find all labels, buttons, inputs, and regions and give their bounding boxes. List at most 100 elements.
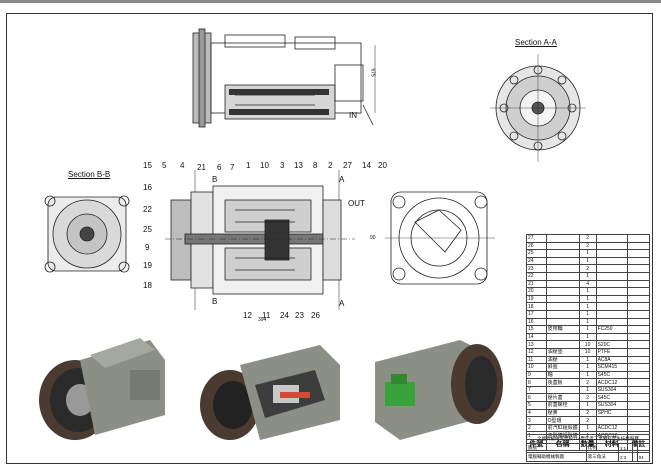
callout-11: 11 xyxy=(262,311,271,320)
render-compressor-cutaway xyxy=(200,345,340,440)
callout-3: 3 xyxy=(280,161,285,170)
bom-cell-mat: AC8A xyxy=(595,355,628,365)
bom-cell-note xyxy=(626,423,651,433)
window-top-bar xyxy=(0,0,661,3)
title-row3-c3: 2:3 xyxy=(617,452,634,462)
bom-cell-note xyxy=(626,256,651,266)
bom-cell-no: 3 xyxy=(526,416,547,425)
bom-cell-name xyxy=(545,234,580,243)
bom-cell-name: 壓簧 xyxy=(545,408,580,418)
bom-cell-qty: 2 xyxy=(578,241,597,251)
bom-cell-no: 11 xyxy=(526,355,547,365)
bom-row: 25 1 xyxy=(526,249,651,258)
bom-cell-no: 21 xyxy=(526,279,547,289)
bom-cell-qty: 2 xyxy=(578,416,597,425)
bom-row: 12 油壓墊 10 PTFE xyxy=(526,347,651,357)
bom-row: 9 軸 1 S45C xyxy=(526,370,651,380)
callout-1: 1 xyxy=(246,161,251,170)
section-mark-b-bottom: B xyxy=(212,297,218,306)
bom-cell-mat xyxy=(595,249,628,258)
callout-27: 27 xyxy=(343,161,352,170)
callout-12: 12 xyxy=(243,311,252,320)
title-row2-c3: 1:1 xyxy=(617,443,634,453)
callout-19: 19 xyxy=(143,261,152,270)
bom-cell-qty: 2 xyxy=(578,408,597,418)
bom-cell-name xyxy=(545,256,580,266)
bom-cell-mat: ACDC12 xyxy=(595,378,628,387)
bom-cell-mat xyxy=(595,309,628,319)
bom-row: 11 油壓 1 AC8A xyxy=(526,355,651,365)
bom-cell-mat xyxy=(595,279,628,289)
bom-cell-note xyxy=(626,355,651,365)
render-compressor-exterior xyxy=(39,338,165,440)
callout-23: 23 xyxy=(295,311,304,320)
callout-8: 8 xyxy=(313,161,318,170)
bom-row: 4 壓簧 2 SPHC xyxy=(526,408,651,418)
bom-cell-note xyxy=(626,264,651,273)
bom-cell-note xyxy=(626,385,651,395)
bom-cell-qty: 1 xyxy=(578,309,597,319)
section-aa-title: Section A-A xyxy=(515,38,557,47)
bom-cell-no: 26 xyxy=(526,241,547,251)
bom-row: 19 1 xyxy=(526,294,651,304)
bom-cell-note xyxy=(626,271,651,281)
callout-15: 15 xyxy=(143,161,152,170)
bom-cell-no: 16 xyxy=(526,317,547,327)
bom-cell-note xyxy=(626,347,651,357)
bom-row: 5 前蓋螺栓 1 SUS304 xyxy=(526,401,651,410)
bom-cell-note xyxy=(626,325,651,334)
bom-cell-no: 9 xyxy=(526,370,547,380)
bom-cell-no: 4 xyxy=(526,408,547,418)
callout-14: 14 xyxy=(362,161,371,170)
bom-cell-no: 8 xyxy=(526,378,547,387)
bom-cell-qty: 10 xyxy=(578,340,597,349)
bom-cell-mat xyxy=(595,256,628,266)
section-bb-title: Section B-B xyxy=(68,170,111,179)
bom-cell-name: 軸 xyxy=(545,370,580,380)
callout-16: 16 xyxy=(143,183,152,192)
title-row2-c1: 圖號 xyxy=(526,443,587,453)
bom-row: 23 2 xyxy=(526,264,651,273)
bom-cell-qty: 1 xyxy=(578,385,597,395)
bom-cell-note xyxy=(626,408,651,418)
bom-cell-qty: 2 xyxy=(578,234,597,243)
center-section-view xyxy=(165,170,355,310)
bom-cell-qty: 1 xyxy=(578,302,597,311)
bom-cell-qty: 1 xyxy=(578,363,597,372)
callout-24: 24 xyxy=(280,311,289,320)
bom-cell-note xyxy=(626,393,651,403)
bom-cell-name: 皮帶輪 xyxy=(545,325,580,334)
section-mark-b-top: B xyxy=(212,175,218,184)
bom-cell-no: 17 xyxy=(526,309,547,319)
bom-cell-qty: 10 xyxy=(578,347,597,357)
bom-cell-mat: S45C xyxy=(595,393,628,403)
bom-cell-note xyxy=(626,294,651,304)
bom-row: 18 1 xyxy=(526,302,651,311)
bom-cell-name xyxy=(545,309,580,319)
bom-row: 3 O型環 2 xyxy=(526,416,651,425)
bom-cell-name xyxy=(545,264,580,273)
bom-cell-no: 23 xyxy=(526,264,547,273)
callout-4: 4 xyxy=(180,161,185,170)
bom-cell-name: 壓片蓋 xyxy=(545,393,580,403)
bom-cell-note xyxy=(626,287,651,296)
bom-cell-note xyxy=(626,416,651,425)
callout-10: 10 xyxy=(260,161,269,170)
bom-cell-qty: 1 xyxy=(578,271,597,281)
bom-cell-no: 10 xyxy=(526,363,547,372)
bom-cell-qty: 1 xyxy=(578,256,597,266)
front-view xyxy=(385,191,495,285)
bom-row: 2 前汽缸組殼體 1 ACDC12 xyxy=(526,423,651,433)
bom-cell-name: 後蓋板 xyxy=(545,378,580,387)
title-block: 全國高級中等學校114學年度工業類科學生技藝競賽 圖號 比例 1:1 電腦輔助機… xyxy=(526,434,651,462)
bom-cell-qty: 1 xyxy=(578,332,597,342)
bom-cell-no: 19 xyxy=(526,294,547,304)
bom-cell-note xyxy=(626,279,651,289)
bom-cell-note xyxy=(626,332,651,342)
bom-cell-note xyxy=(626,241,651,251)
bom-cell-no: 12 xyxy=(526,347,547,357)
bom-cell-note xyxy=(626,249,651,258)
bom-cell-qty: 1 xyxy=(578,287,597,296)
bom-cell-no: 20 xyxy=(526,287,547,296)
bom-cell-mat: S20C xyxy=(595,340,628,349)
